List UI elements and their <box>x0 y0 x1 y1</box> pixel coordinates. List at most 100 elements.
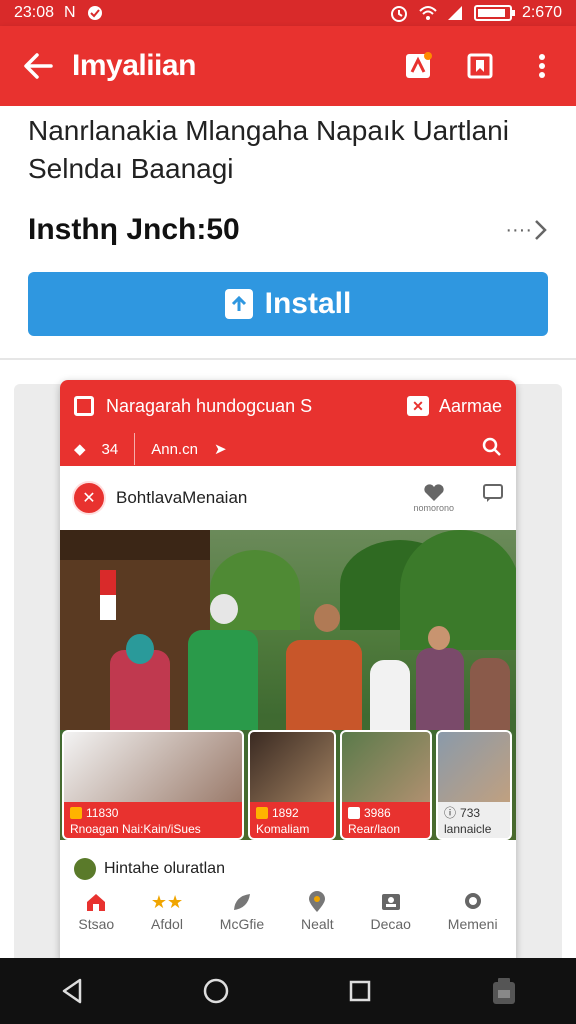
notification-icon <box>86 5 104 21</box>
preview-header-action: Aarmae <box>438 395 502 416</box>
heart-icon <box>424 484 444 501</box>
nav-item-portrait: Decao <box>370 892 411 932</box>
location-icon <box>306 891 328 912</box>
send-icon: ➤ <box>213 441 227 458</box>
status-bar: 23:08 N 2:670 <box>0 0 576 26</box>
badge-icon <box>256 807 268 819</box>
thumbnail-image <box>64 732 242 802</box>
message-icon <box>462 892 484 912</box>
home-icon <box>85 892 107 912</box>
person-shape <box>188 630 258 730</box>
thumbnail-number: 1892 <box>272 806 299 820</box>
leaf-icon <box>231 892 253 912</box>
comment-action <box>482 483 504 503</box>
person-shape <box>470 658 510 730</box>
thumbnail-caption: 1892 Komaliam <box>250 802 334 838</box>
thumbnail-image <box>438 732 510 802</box>
thumbnail-card[interactable]: 1892 Komaliam <box>248 730 336 840</box>
install-button[interactable]: Install <box>28 272 548 336</box>
tag-icon: ◆ <box>74 441 86 458</box>
install-icon <box>224 289 253 319</box>
install-label: Install <box>264 287 352 320</box>
thumbnail-image <box>342 732 430 802</box>
preview-bottom-nav: Stsao ★★ Afdol McGfie Nealt Decao Memeni <box>60 882 516 942</box>
hint-text: Hintahe oluratlan <box>104 860 225 877</box>
more-vert-icon[interactable] <box>526 50 558 82</box>
bookmark-icon[interactable] <box>464 50 496 82</box>
app-listing: Nanrlanakia Mlangaha Napaık Uartlani Sel… <box>0 106 576 356</box>
tree-shape <box>400 530 516 650</box>
app-title: Imyaliian <box>72 49 196 82</box>
post-photo: 11830 Rnoagan Nai:Kain/iSues 1892 Komali… <box>60 530 516 840</box>
price-label: Insthη Jnch:50 <box>28 213 240 246</box>
info-icon: ⓘ <box>444 806 457 820</box>
carrier-label: N <box>64 4 76 21</box>
like-action: nomorono <box>413 483 454 513</box>
person-head <box>428 626 450 650</box>
nav-recents-icon[interactable] <box>340 971 380 1011</box>
comment-icon <box>483 484 503 502</box>
screenshot-tool-icon[interactable] <box>484 971 524 1011</box>
search-icon <box>482 437 502 461</box>
nav-label: McGfie <box>219 916 265 932</box>
screenshot-preview[interactable]: Naragarah hundogcuan S ✕ Aarmae ◆ 34 Ann… <box>60 380 516 960</box>
system-nav-bar <box>0 958 576 1024</box>
nav-label: Memeni <box>447 916 498 932</box>
nav-home-icon[interactable] <box>196 971 236 1011</box>
portrait-icon <box>380 892 402 912</box>
post-header: ✕ BohtlavaMenaian nomorono <box>60 466 516 530</box>
wifi-icon <box>418 5 437 21</box>
back-arrow-icon[interactable] <box>18 46 58 86</box>
alarm-icon <box>390 5 408 22</box>
nav-item-location: Nealt <box>300 891 334 932</box>
more-link[interactable]: ···· <box>505 218 548 242</box>
person-shape <box>370 660 410 730</box>
nav-back-icon[interactable] <box>52 971 92 1011</box>
status-time-left: 23:08 <box>14 4 55 21</box>
share-icon[interactable] <box>402 50 434 82</box>
preview-header-divider <box>134 433 136 465</box>
listing-title: Nanrlanakia Mlangaha Napaık Uartlani Sel… <box>28 115 509 184</box>
thumbnail-card[interactable]: 3986 Rear/laon <box>340 730 432 840</box>
thumbnail-number: 11830 <box>86 806 119 820</box>
hint-avatar <box>74 858 96 880</box>
nav-item-leaf: McGfie <box>220 892 264 932</box>
avatar: ✕ <box>72 481 106 515</box>
nav-label: Nealt <box>300 916 334 932</box>
thumbnail-caption: 3986 Rear/laon <box>342 802 430 838</box>
pin-icon: ✕ <box>406 396 429 416</box>
battery-fill <box>477 9 505 17</box>
hint-row: Hintahe oluratlan <box>74 858 225 880</box>
signal-icon <box>446 5 464 21</box>
flag-shape <box>100 570 116 620</box>
nav-item-home: Stsao <box>78 892 114 932</box>
stars-icon: ★★ <box>150 891 184 912</box>
divider <box>0 358 576 360</box>
person-shape <box>286 640 362 730</box>
person-head <box>210 594 238 624</box>
thumbnail-number: 3986 <box>364 806 391 820</box>
thumbnail-number: 733 <box>460 806 481 820</box>
status-time-right: 2:670 <box>521 4 562 21</box>
badge-icon <box>70 807 82 819</box>
thumbnail-card[interactable]: 11830 Rnoagan Nai:Kain/iSues <box>62 730 244 840</box>
nav-label: Stsao <box>78 916 115 932</box>
thumbnail-title: Rear/laon <box>348 822 401 836</box>
post-author: BohtlavaMenaian <box>116 488 248 507</box>
nav-label: Afdol <box>151 916 183 932</box>
person-head <box>314 604 340 632</box>
person-head <box>126 634 154 664</box>
thumbnail-card[interactable]: ⓘ 733 lannaicle <box>436 730 512 840</box>
thumbnail-caption: 11830 Rnoagan Nai:Kain/iSues <box>64 802 242 838</box>
preview-header-count: 34 <box>101 440 119 458</box>
price-row: Insthη Jnch:50 ···· <box>28 210 548 250</box>
thumbnail-title: Rnoagan Nai:Kain/iSues <box>70 822 201 836</box>
person-shape <box>416 648 464 730</box>
more-dots: ···· <box>505 218 532 241</box>
preview-header: Naragarah hundogcuan S ✕ Aarmae ◆ 34 Ann… <box>60 380 516 466</box>
badge-icon <box>348 807 360 819</box>
preview-header-title: Naragarah hundogcuan S <box>106 395 313 416</box>
nav-item-message: Memeni <box>448 892 498 932</box>
thumbnail-title: lannaicle <box>444 822 492 836</box>
thumbnail-caption: ⓘ 733 lannaicle <box>438 802 510 838</box>
